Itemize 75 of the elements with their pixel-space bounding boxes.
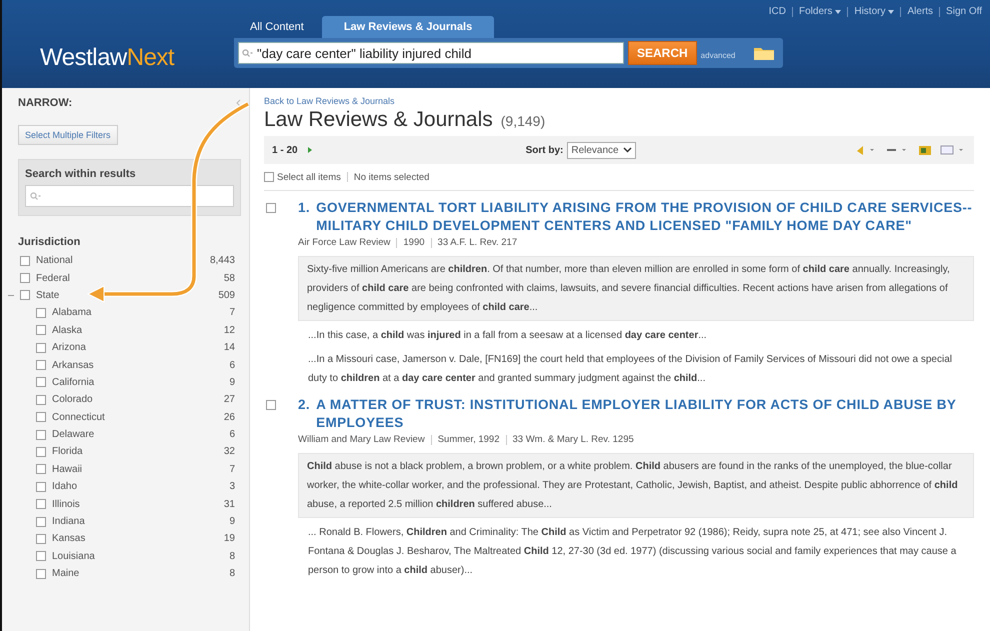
facet-label[interactable]: Arkansas bbox=[52, 360, 230, 371]
result-number: 2. bbox=[298, 396, 310, 414]
facet-count: 14 bbox=[224, 342, 235, 354]
page-heading: Law Reviews & Journals bbox=[264, 108, 493, 132]
facet-label[interactable]: National bbox=[36, 255, 210, 266]
facet-count: 31 bbox=[224, 498, 235, 510]
facet-label[interactable]: Illinois bbox=[52, 498, 224, 510]
facet-label[interactable]: Delaware bbox=[52, 429, 230, 440]
facet-count: 58 bbox=[224, 272, 235, 284]
facet-label[interactable]: California bbox=[52, 376, 230, 388]
facet-label[interactable]: Arizona bbox=[52, 342, 224, 354]
facet-label[interactable]: State bbox=[36, 290, 218, 301]
facet-count: 509 bbox=[218, 290, 235, 301]
facet-count: 27 bbox=[224, 394, 235, 406]
top-link[interactable]: Folders bbox=[799, 6, 842, 17]
result-count: (9,149) bbox=[500, 113, 546, 129]
facet-label[interactable]: Florida bbox=[52, 446, 224, 458]
tab[interactable]: All Content bbox=[240, 16, 314, 38]
facet-count: 7 bbox=[229, 307, 235, 318]
top-link[interactable]: Alerts bbox=[907, 6, 934, 17]
facet-label[interactable]: Idaho bbox=[52, 481, 230, 492]
facet-title: Jurisdiction bbox=[18, 236, 82, 248]
logo: WestlawNext bbox=[40, 44, 176, 72]
facet-label[interactable]: Connecticut bbox=[52, 412, 224, 423]
result-meta: William and Mary Law Review bbox=[298, 434, 425, 445]
facet-count: 6 bbox=[229, 429, 235, 440]
facet-count: 12 bbox=[224, 324, 235, 336]
result-meta: Summer, 1992 bbox=[438, 434, 500, 445]
facet-count: 6 bbox=[229, 360, 235, 371]
result-range: 1 - 20 bbox=[272, 144, 298, 156]
top-link[interactable]: Sign Off bbox=[946, 6, 982, 17]
facet-label[interactable]: Alabama bbox=[52, 307, 230, 318]
facet-count: 9 bbox=[229, 376, 235, 388]
result-excerpt: ...In a Missouri case, Jamerson v. Dale, [FN169] the court held that employees of the Division of Family Services of Missouri did not owe a special duty to children at a day care center and granted summary judgment against the child... bbox=[307, 353, 953, 386]
result-number: 1. bbox=[298, 199, 310, 217]
facet-label[interactable]: Louisiana bbox=[52, 550, 230, 562]
facet-label[interactable]: Indiana bbox=[52, 516, 230, 528]
search-field[interactable]: "day care center" liability injured child bbox=[238, 42, 624, 64]
result-excerpt: ...In this case, a child was injured in a fall from a seesaw at a licensed day care center... bbox=[307, 329, 708, 343]
facet-count: 9 bbox=[229, 516, 235, 528]
result-summary: Sixty-five million Americans are children. Of that number, more than eleven million are enrolled in some form of child care annually. Increasingly, providers of child care are being confronted with claims, lawsuits, and severe financial difficulties. Recent actions have arisen from allegations of negligence committed by employees of child care... bbox=[298, 256, 974, 321]
result-meta: Air Force Law Review bbox=[298, 237, 390, 248]
facet-count: 8 bbox=[229, 568, 235, 580]
result-title-link[interactable]: A MATTER OF TRUST: INSTITUTIONAL EMPLOYER LIABILITY FOR ACTS OF CHILD ABUSE BY EMPLOYEES bbox=[316, 396, 974, 432]
facet-label[interactable]: Colorado bbox=[52, 394, 224, 406]
selection-status: No items selected bbox=[354, 172, 430, 182]
facet-count: 8 bbox=[229, 550, 235, 562]
advanced-link[interactable]: advanced bbox=[700, 50, 736, 60]
sort-dropdown[interactable]: Relevance bbox=[567, 142, 636, 158]
facet-count: 8,443 bbox=[210, 255, 235, 266]
result-excerpt: ... Ronald B. Flowers, Children and Criminality: The Child as Victim and Perpetrator 92 (1986); Reidy, supra note 25, at 471; see also Vincent J. Fontana & Douglas J. Besharov, The Maltreated Child 12, 27-30 (3d ed. 1977) (discussing various social and family experiences that may cause a person to grow into a child abuser)... bbox=[307, 526, 958, 578]
result-title-link[interactable]: GOVERNMENTAL TORT LIABILITY ARISING FROM THE PROVISION OF CHILD CARE SERVICES--MILITARY CHILD DEVELOPMENT CENTERS AND LICENSED "FAMILY HOME DAY CARE" bbox=[316, 199, 974, 235]
result-meta: 33 Wm. & Mary L. Rev. 1295 bbox=[512, 434, 634, 445]
facet-count: 3 bbox=[229, 481, 235, 492]
tab[interactable]: Law Reviews & Journals bbox=[322, 16, 494, 38]
facet-count: 7 bbox=[229, 464, 235, 475]
facet-label[interactable]: Alaska bbox=[52, 324, 224, 336]
search-within-label: Search within results bbox=[25, 168, 137, 180]
facet-label[interactable]: Kansas bbox=[52, 533, 224, 544]
select-all-label[interactable]: Select all items bbox=[277, 172, 341, 182]
result-meta: 33 A.F. L. Rev. 217 bbox=[438, 237, 518, 248]
facet-label[interactable]: Hawaii bbox=[52, 464, 230, 475]
facet-count: 32 bbox=[224, 446, 235, 458]
select-filters-button[interactable]: Select Multiple Filters bbox=[18, 125, 118, 145]
back-link[interactable]: Back to Law Reviews & Journals bbox=[264, 96, 974, 106]
top-link[interactable]: History bbox=[854, 6, 894, 17]
facet-count: 19 bbox=[224, 533, 235, 544]
top-link[interactable]: ICD bbox=[768, 6, 786, 17]
result-summary: Child abuse is not a black problem, a brown problem, or a white problem. Child abusers are found in the ranks of the unemployed, the blue-collar worker, the white-collar worker, and the professional. They are Protestant, Catholic, Jewish, Baptist, and atheist. Despite public abhorrence of child abuse, a reported 2.5 million children suffered abuse... bbox=[298, 453, 974, 518]
result-meta: 1990 bbox=[403, 237, 425, 248]
sort-label: Sort by: bbox=[526, 144, 564, 156]
sidebar-title: NARROW: bbox=[18, 97, 72, 109]
facet-label[interactable]: Federal bbox=[36, 272, 224, 284]
facet-label[interactable]: Maine bbox=[52, 568, 230, 580]
facet-count: 26 bbox=[224, 412, 235, 423]
